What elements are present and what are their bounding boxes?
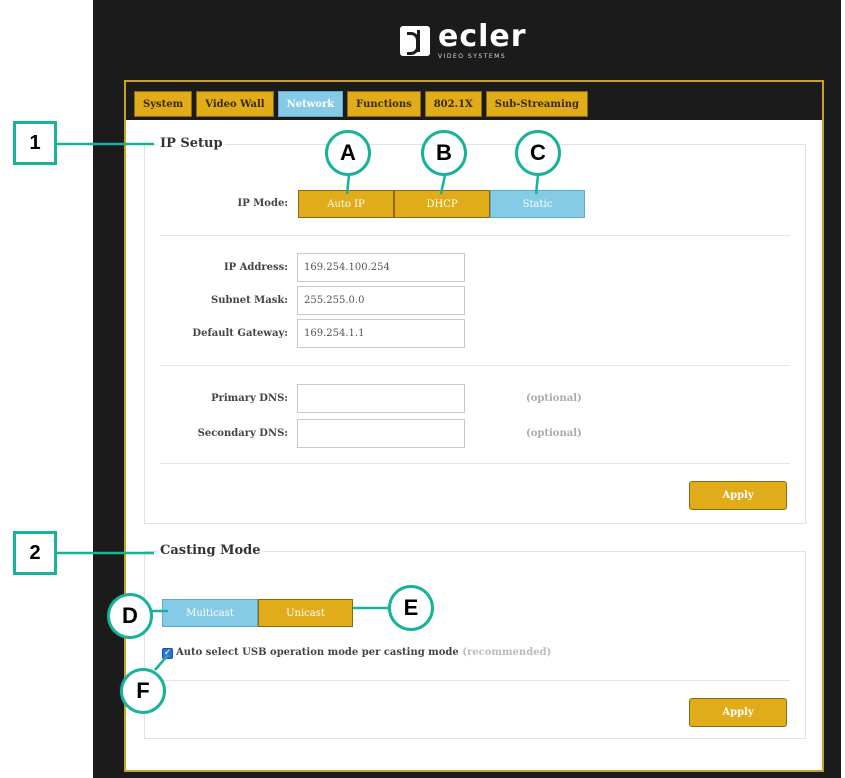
primary-dns-label: Primary DNS:	[211, 393, 288, 404]
secondary-dns-optional-note: (optional)	[526, 428, 582, 439]
brand-name: ecler	[438, 19, 527, 54]
unicast-button[interactable]: Unicast	[258, 599, 353, 627]
brand-subtitle: VIDEO SYSTEMS	[438, 53, 507, 60]
callout-circle-b: B	[421, 130, 467, 176]
casting-mode-legend: Casting Mode	[158, 543, 263, 558]
secondary-dns-label: Secondary DNS:	[197, 428, 288, 439]
divider	[160, 235, 790, 236]
usb-auto-select-checkbox[interactable]: ✓	[162, 648, 173, 659]
auto-ip-button[interactable]: Auto IP	[298, 190, 394, 218]
divider	[160, 365, 790, 366]
secondary-dns-field[interactable]	[297, 419, 465, 448]
ip-address-label: IP Address:	[223, 262, 288, 273]
divider	[160, 680, 790, 681]
ecler-logo-mark-icon	[400, 26, 430, 56]
logo-text: ecler VIDEO SYSTEMS	[438, 22, 527, 60]
callout-circle-d: D	[107, 593, 153, 639]
tab-bar: System Video Wall Network Functions 802.…	[124, 80, 824, 122]
dhcp-button[interactable]: DHCP	[394, 190, 490, 218]
tab-sub-streaming[interactable]: Sub-Streaming	[485, 91, 589, 117]
multicast-button[interactable]: Multicast	[162, 599, 258, 627]
tab-functions[interactable]: Functions	[347, 91, 421, 117]
callout-circle-c: C	[515, 130, 561, 176]
default-gateway-field[interactable]: 169.254.1.1	[297, 319, 465, 348]
ip-address-field[interactable]: 169.254.100.254	[297, 253, 465, 282]
primary-dns-field[interactable]	[297, 384, 465, 413]
primary-dns-optional-note: (optional)	[526, 393, 582, 404]
callout-circle-a: A	[325, 130, 371, 176]
default-gateway-label: Default Gateway:	[192, 328, 288, 339]
ip-apply-button[interactable]: Apply	[689, 481, 787, 510]
tab-802-1x[interactable]: 802.1X	[424, 91, 482, 117]
usb-auto-select-note: (recommended)	[462, 647, 552, 658]
subnet-mask-field[interactable]: 255.255.0.0	[297, 286, 465, 315]
callout-circle-f: F	[120, 668, 166, 714]
ip-setup-legend: IP Setup	[158, 136, 225, 151]
usb-auto-select-text: Auto select USB operation mode per casti…	[176, 647, 459, 658]
ip-mode-label: IP Mode:	[237, 198, 288, 209]
casting-apply-button[interactable]: Apply	[689, 698, 787, 727]
callout-box-2: 2	[13, 531, 57, 575]
divider	[160, 463, 790, 464]
callout-box-1: 1	[13, 121, 57, 165]
ecler-logo: ecler VIDEO SYSTEMS	[400, 18, 527, 64]
tab-system[interactable]: System	[134, 91, 193, 117]
usb-auto-select-label: Auto select USB operation mode per casti…	[176, 647, 551, 658]
tab-video-wall[interactable]: Video Wall	[196, 91, 274, 117]
static-button[interactable]: Static	[490, 190, 585, 218]
callout-circle-e: E	[388, 585, 434, 631]
tab-network[interactable]: Network	[277, 91, 344, 117]
subnet-mask-label: Subnet Mask:	[210, 295, 288, 306]
